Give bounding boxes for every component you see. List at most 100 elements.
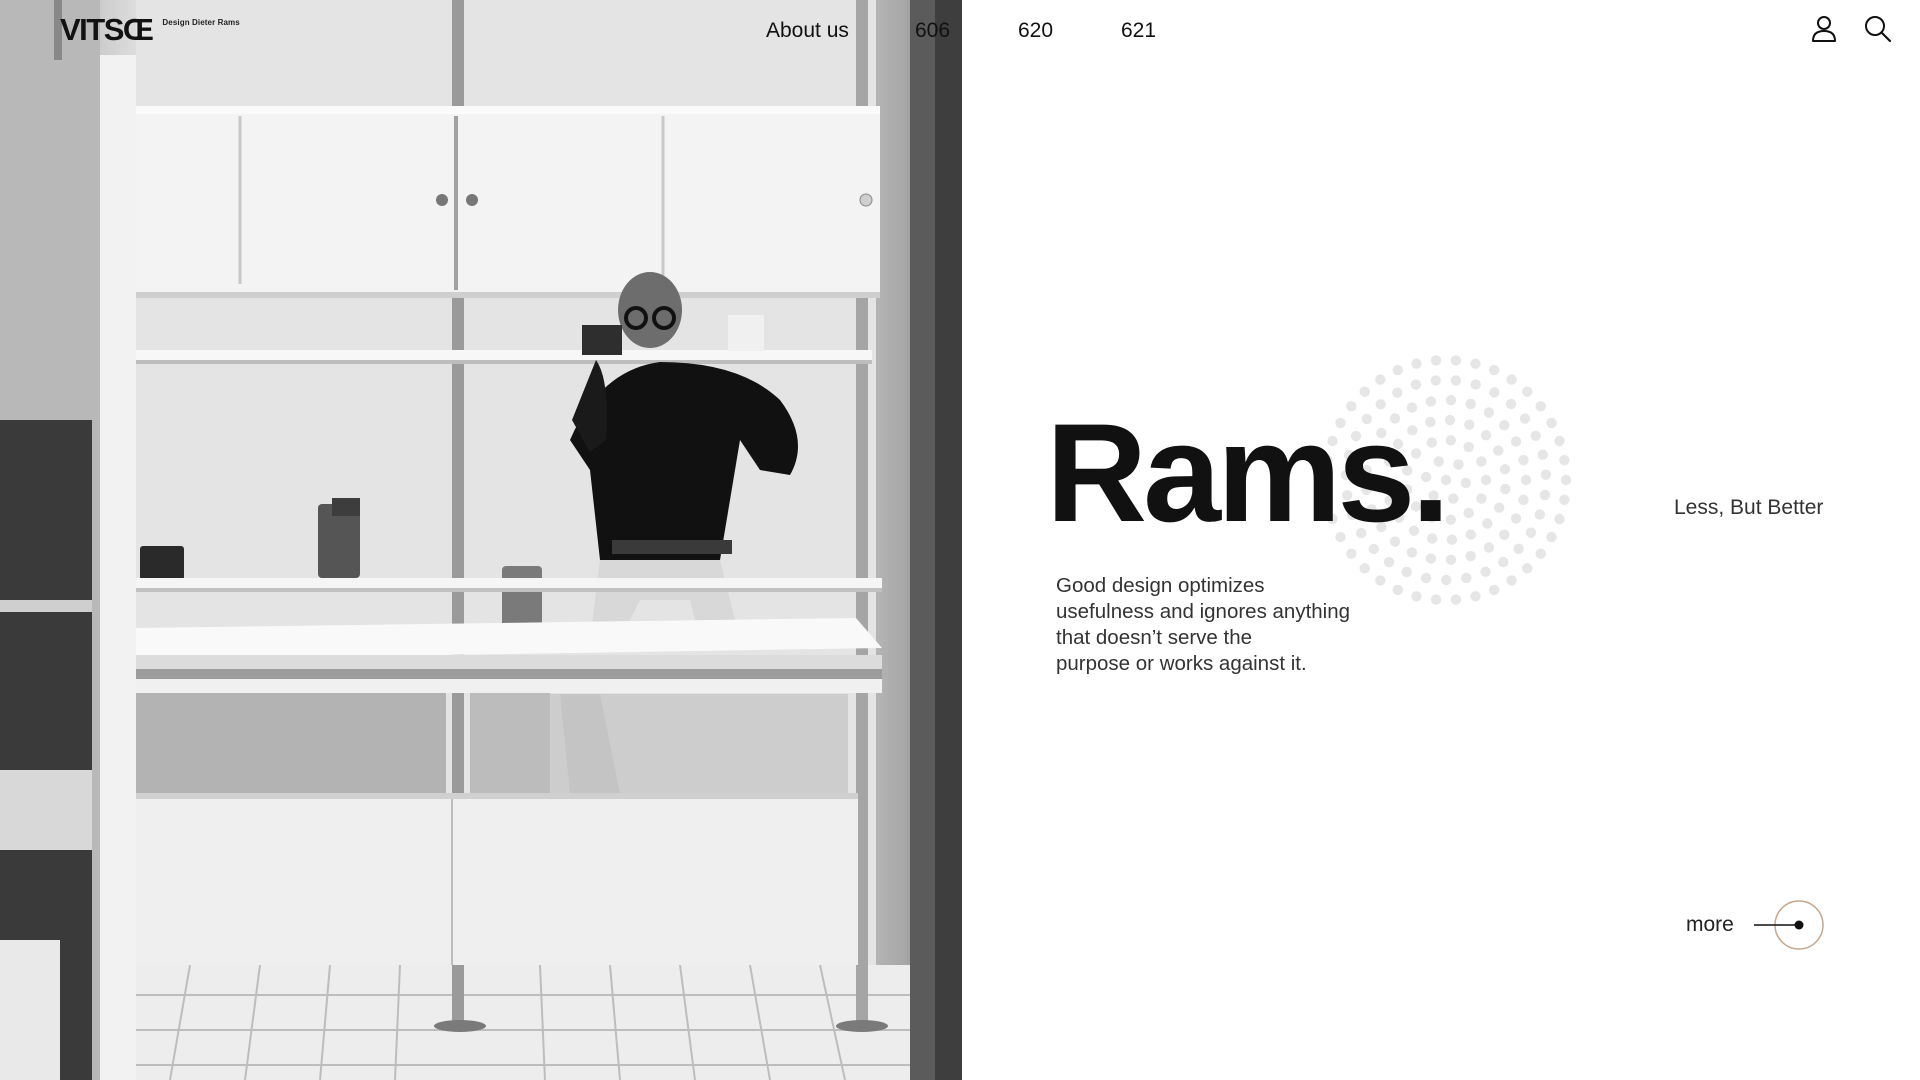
- decorative-dot: [1499, 420, 1510, 431]
- decorative-dot: [1534, 509, 1545, 520]
- decorative-dot: [1513, 543, 1524, 554]
- header-actions: [1810, 14, 1892, 44]
- decorative-dot: [1554, 513, 1565, 525]
- decorative-dot: [1420, 572, 1432, 584]
- decorative-dot: [1480, 566, 1491, 577]
- decorative-dot: [1500, 483, 1511, 495]
- search-icon[interactable]: [1864, 14, 1892, 44]
- decorative-dot: [1535, 401, 1546, 412]
- decorative-dot: [1470, 358, 1481, 369]
- decorative-dot: [1448, 493, 1459, 504]
- decorative-dot: [1470, 591, 1481, 602]
- decorative-dot: [1430, 375, 1441, 386]
- decorative-dot: [1450, 375, 1462, 386]
- user-icon[interactable]: [1810, 14, 1838, 44]
- decorative-dot: [1446, 534, 1458, 545]
- decorative-dot: [1520, 474, 1532, 486]
- logo-wordmark: VITSŒ: [60, 12, 154, 47]
- decorative-dot: [1463, 441, 1474, 453]
- decorative-dot: [1392, 364, 1403, 376]
- hero-tagline: Less, But Better: [1674, 496, 1824, 519]
- decorative-dot: [1445, 395, 1457, 406]
- decorative-dot: [1546, 417, 1557, 429]
- decorative-dot: [1425, 553, 1437, 564]
- decorative-dot: [1554, 435, 1565, 447]
- decorative-dot: [1465, 398, 1476, 410]
- decorative-dot: [1465, 550, 1476, 562]
- decorative-dot: [1498, 556, 1509, 568]
- decorative-dot: [1525, 527, 1537, 538]
- decorative-dot: [1383, 557, 1395, 568]
- decorative-dot: [1506, 374, 1517, 385]
- decorative-dot: [1522, 563, 1533, 574]
- decorative-dot: [1499, 529, 1510, 540]
- decorative-dot: [1460, 477, 1471, 489]
- decorative-dot: [1392, 584, 1403, 596]
- decorative-dot: [1506, 575, 1517, 586]
- decorative-dot: [1445, 514, 1456, 525]
- decorative-dot: [1518, 454, 1529, 466]
- decorative-dot: [1537, 449, 1548, 460]
- decorative-dot: [1530, 430, 1541, 441]
- hero-description-line: purpose or works against it.: [1056, 652, 1307, 675]
- decorative-dot: [1482, 518, 1493, 529]
- decorative-dot: [1375, 374, 1386, 385]
- logo-subtitle: Design Dieter Rams: [162, 18, 240, 27]
- decorative-dot: [1499, 464, 1511, 475]
- decorative-dot: [1489, 584, 1500, 596]
- decorative-dot: [1476, 456, 1487, 467]
- decorative-dot: [1540, 469, 1552, 480]
- brand-logo[interactable]: VITSŒ Design Dieter Rams: [60, 12, 240, 48]
- decorative-dot: [1410, 379, 1422, 390]
- decorative-dot: [1464, 419, 1475, 430]
- decorative-dot: [1461, 572, 1472, 584]
- decorative-dot: [1546, 531, 1557, 543]
- decorative-dot: [1559, 455, 1570, 466]
- arrow-circle-icon: [1753, 900, 1824, 950]
- decorative-dot: [1519, 413, 1531, 424]
- decorative-dot: [1430, 355, 1442, 366]
- decorative-dot: [1480, 430, 1492, 441]
- hero-image: [0, 0, 962, 1080]
- decorative-dot: [1444, 414, 1456, 426]
- nav-620[interactable]: 620: [1018, 17, 1053, 45]
- decorative-dot: [1483, 542, 1495, 553]
- decorative-dot: [1539, 489, 1551, 501]
- decorative-dot: [1470, 379, 1481, 390]
- decorative-dot: [1401, 566, 1412, 578]
- decorative-dot: [1510, 436, 1522, 447]
- nav-606[interactable]: 606: [915, 17, 950, 45]
- hero-description-line: that doesn’t serve the: [1056, 626, 1253, 649]
- hero-description-line: usefulness and ignores anything: [1056, 600, 1351, 623]
- more-label: more: [1686, 913, 1734, 936]
- decorative-dot: [1445, 554, 1457, 565]
- decorative-dot: [1359, 563, 1370, 574]
- decorative-dot: [1522, 386, 1533, 397]
- nav-621[interactable]: 621: [1121, 17, 1156, 45]
- decorative-dot: [1489, 364, 1500, 376]
- hero-description: Good design optimizes usefulness and ign…: [1056, 573, 1386, 677]
- decorative-dot: [1518, 494, 1529, 506]
- decorative-dot: [1450, 355, 1462, 366]
- decorative-dot: [1493, 445, 1504, 456]
- decorative-dot: [1465, 529, 1477, 540]
- decorative-dot: [1489, 387, 1500, 398]
- decorative-dot: [1483, 407, 1495, 418]
- decorative-dot: [1445, 435, 1456, 446]
- hero-description-line: Good design optimizes: [1056, 574, 1265, 597]
- decorative-dot: [1411, 591, 1422, 602]
- decorative-dot: [1411, 358, 1422, 369]
- decorative-dot: [1535, 548, 1546, 559]
- decorative-dot: [1560, 474, 1572, 486]
- decorative-dot: [1559, 494, 1570, 505]
- decorative-dot: [1505, 398, 1517, 410]
- nav-about-us[interactable]: About us: [766, 17, 849, 45]
- decorative-dot: [1430, 594, 1442, 605]
- decorative-dot: [1453, 459, 1464, 470]
- decorative-dot: [1480, 474, 1492, 486]
- shelving-photo-illustration: [0, 0, 962, 1080]
- decorative-dot: [1450, 594, 1462, 605]
- decorative-dot: [1510, 513, 1522, 524]
- decorative-dot: [1441, 574, 1452, 586]
- more-link[interactable]: more: [1686, 899, 1826, 951]
